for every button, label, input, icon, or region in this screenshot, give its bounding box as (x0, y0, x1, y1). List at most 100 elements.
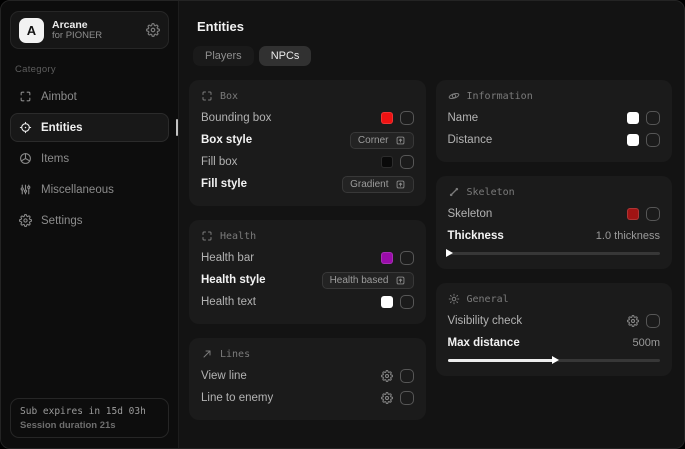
row-label: Line to enemy (201, 392, 273, 404)
expand-icon (395, 179, 406, 190)
row-label: Skeleton (448, 208, 493, 220)
orbit-icon (448, 90, 460, 102)
sidebar-item-label: Aimbot (41, 91, 77, 103)
row-controls (627, 111, 660, 125)
category-label: Category (15, 64, 164, 75)
checkbox[interactable] (400, 369, 414, 383)
gear-icon[interactable] (627, 315, 639, 327)
slider-track[interactable] (448, 252, 661, 255)
row-fill-style: Fill style Gradient (201, 173, 414, 195)
card-columns: BoxBounding boxBox styleCornerFill boxFi… (189, 80, 672, 420)
checkbox[interactable] (400, 295, 414, 309)
card-title: Information (467, 91, 533, 102)
gear-icon[interactable] (381, 392, 393, 404)
sidebar-item-entities[interactable]: Entities (10, 113, 169, 142)
row-controls (381, 369, 414, 383)
row-label: Health bar (201, 252, 254, 264)
app-window: A Arcane for PIONER Category Aimbot Entit… (0, 0, 685, 449)
sidebar-item-label: Miscellaneous (41, 184, 114, 196)
row-controls (381, 111, 414, 125)
row-label: Bounding box (201, 112, 271, 124)
color-swatch[interactable] (627, 112, 639, 124)
sidebar-nav: Aimbot Entities Items Miscellaneous Settings (10, 82, 169, 235)
color-swatch[interactable] (627, 208, 639, 220)
checkbox[interactable] (400, 155, 414, 169)
tab-players[interactable]: Players (193, 46, 254, 66)
row-health-style: Health styleHealth based (201, 269, 414, 291)
sun-icon (448, 293, 460, 305)
slider-handle[interactable] (446, 249, 453, 257)
color-swatch[interactable] (381, 296, 393, 308)
subscription-card: Sub expires in 15d 03h Session duration … (10, 398, 169, 438)
row-name: Name (448, 107, 661, 129)
select-box-style[interactable]: Corner (350, 132, 414, 149)
main-panel: Entities PlayersNPCs BoxBounding boxBox … (179, 1, 684, 448)
row-controls: Gradient (342, 176, 413, 193)
row-controls: Corner (350, 132, 414, 149)
slider-max-distance[interactable] (448, 355, 661, 365)
row-label: Distance (448, 134, 493, 146)
slider-handle[interactable] (552, 356, 559, 364)
card-lines: Lines View line Line to enemy (189, 338, 426, 420)
checkbox[interactable] (646, 133, 660, 147)
card-title: General (467, 294, 509, 305)
row-label: Max distance (448, 337, 520, 349)
card-header: Skeleton (448, 186, 661, 198)
select-fill-style[interactable]: Gradient (342, 176, 413, 193)
row-thickness: Thickness1.0 thickness (448, 225, 661, 247)
page-title: Entities (197, 19, 672, 34)
scan-icon (19, 90, 32, 103)
color-swatch[interactable] (627, 134, 639, 146)
row-controls (381, 391, 414, 405)
gear-icon[interactable] (381, 370, 393, 382)
sidebar-item-items[interactable]: Items (10, 144, 169, 173)
slider-thickness[interactable] (448, 248, 661, 258)
row-controls (627, 207, 660, 221)
checkbox[interactable] (646, 314, 660, 328)
row-max-distance: Max distance500m (448, 332, 661, 354)
scan-icon (201, 230, 213, 242)
checkbox[interactable] (400, 251, 414, 265)
row-label: View line (201, 370, 247, 382)
entities-icon (19, 121, 32, 134)
select-value: Corner (358, 135, 389, 146)
sidebar-item-label: Items (41, 153, 69, 165)
color-swatch[interactable] (381, 156, 393, 168)
row-controls (627, 133, 660, 147)
card-general: General Visibility checkMax distance500m (436, 283, 673, 376)
card-header: General (448, 293, 661, 305)
sidebar-item-settings[interactable]: Settings (10, 206, 169, 235)
brand-subtitle: for PIONER (52, 31, 102, 42)
checkbox[interactable] (646, 207, 660, 221)
slider-fill (448, 359, 554, 362)
sphere-icon (19, 152, 32, 165)
tab-bar: PlayersNPCs (193, 46, 672, 66)
sidebar-item-label: Entities (41, 122, 83, 134)
bone-icon (448, 186, 460, 198)
checkbox[interactable] (646, 111, 660, 125)
row-label: Thickness (448, 230, 504, 242)
card-title: Lines (220, 349, 250, 360)
sidebar-item-aimbot[interactable]: Aimbot (10, 82, 169, 111)
row-line-to-enemy: Line to enemy (201, 387, 414, 409)
sidebar-item-miscellaneous[interactable]: Miscellaneous (10, 175, 169, 204)
row-label: Fill style (201, 178, 247, 190)
card-skeleton: Skeleton Skeleton Thickness1.0 thickness (436, 176, 673, 269)
row-bounding-box: Bounding box (201, 107, 414, 129)
row-distance: Distance (448, 129, 661, 151)
select-health-style[interactable]: Health based (322, 272, 414, 289)
subscription-expiry: Sub expires in 15d 03h (20, 406, 159, 417)
row-visibility-check: Visibility check (448, 310, 661, 332)
card-title: Skeleton (467, 187, 515, 198)
color-swatch[interactable] (381, 252, 393, 264)
row-controls: Health based (322, 272, 414, 289)
checkbox[interactable] (400, 111, 414, 125)
brand-card: A Arcane for PIONER (10, 11, 169, 49)
checkbox[interactable] (400, 391, 414, 405)
gear-icon[interactable] (146, 23, 160, 37)
tab-npcs[interactable]: NPCs (259, 46, 312, 66)
color-swatch[interactable] (381, 112, 393, 124)
select-value: Gradient (350, 179, 388, 190)
scan-icon (201, 90, 213, 102)
sliders-icon (19, 183, 32, 196)
